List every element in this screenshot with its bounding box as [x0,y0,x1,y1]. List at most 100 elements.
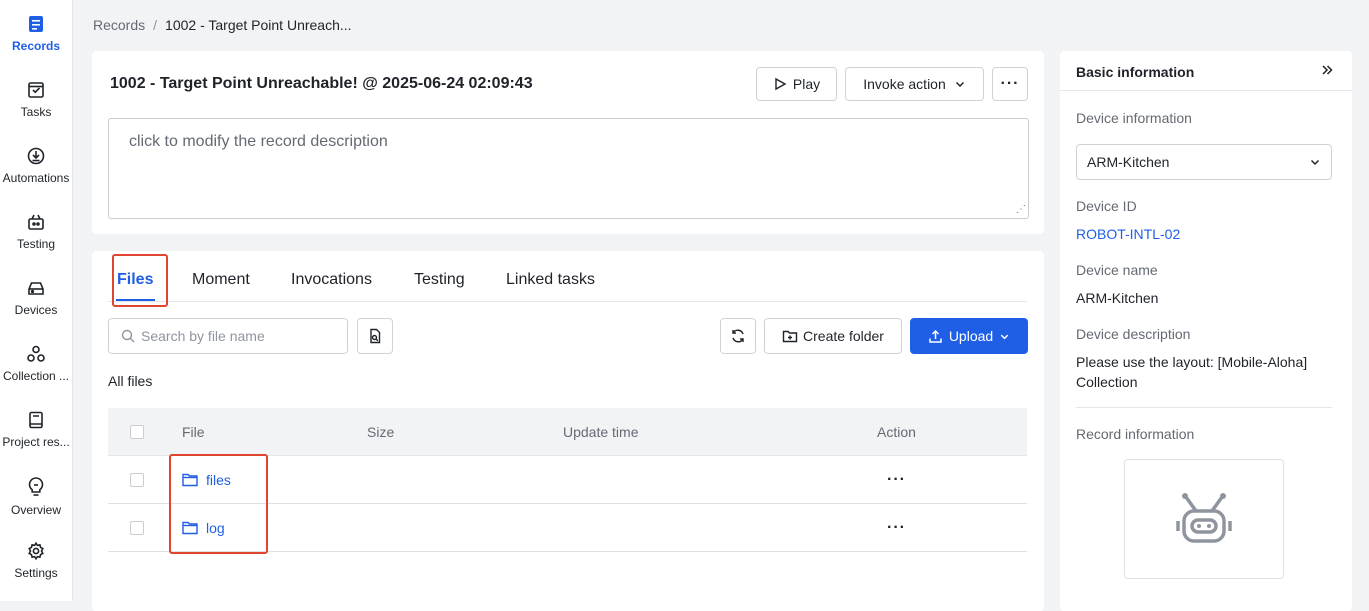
device-avatar [1124,459,1284,579]
sidebar-item-tasks[interactable]: Tasks [0,80,72,140]
create-folder-button[interactable]: Create folder [764,318,902,354]
panel-header: Basic information [1060,51,1352,91]
overview-icon [28,477,44,496]
chevron-down-icon [955,81,964,88]
record-tabs: Files Moment Invocations Testing Linked … [108,251,1027,302]
tab-linked-tasks[interactable]: Linked tasks [506,271,595,289]
sidebar-item-label: Records [11,39,61,53]
device-description-label: Device description [1076,326,1191,342]
device-description-value: Please use the layout: [Mobile-Aloha] Co… [1076,354,1308,390]
tab-moment[interactable]: Moment [192,271,250,289]
device-id-label: Device ID [1076,198,1137,214]
sidebar-item-label: Devices [14,303,58,317]
tasks-icon [28,82,44,98]
table-header: File Size Update time Action [108,408,1027,456]
record-information-label: Record information [1076,426,1195,442]
device-name-value: ARM-Kitchen [1076,290,1159,306]
breadcrumb-current: 1002 - Target Point Unreach... [165,17,352,33]
sidebar-item-settings[interactable]: Settings [0,541,72,601]
collapse-panel-icon[interactable] [1320,63,1334,80]
sidebar-item-collection[interactable]: Collection ... [0,344,72,404]
sidebar-item-label: Tasks [20,105,52,119]
breadcrumb-separator: / [153,17,158,33]
play-icon [775,77,787,91]
refresh-icon [732,329,744,343]
row-checkbox[interactable] [130,504,144,552]
folder-plus-icon [782,330,798,343]
sidebar-item-label: Project res... [2,435,70,449]
breadcrumb-records-link[interactable]: Records [93,17,145,33]
column-action: Action [877,424,916,440]
collection-icon [27,345,45,362]
breadcrumb: Records / 1002 - Target Point Unreach... [93,17,352,33]
panel-title: Basic information [1076,64,1195,80]
file-filter-icon [370,328,381,344]
file-filter-button[interactable] [357,318,393,354]
sidebar-item-label: Settings [14,566,58,580]
sidebar-item-devices[interactable]: Devices [0,278,72,338]
search-icon [121,329,135,343]
automations-icon [27,147,45,165]
upload-button[interactable]: Upload [910,318,1028,354]
column-update-time: Update time [563,424,639,440]
device-id-link[interactable]: ROBOT-INTL-02 [1076,224,1336,244]
more-icon: ··· [887,471,906,488]
checkbox-box [130,473,144,487]
column-size: Size [367,424,395,440]
sidebar-item-label: Automations [2,171,70,185]
settings-icon [28,541,44,561]
testing-icon [28,214,44,230]
device-select-value: ARM-Kitchen [1087,154,1170,170]
devices-icon [28,282,44,295]
file-search-box[interactable] [108,318,348,354]
row-more-actions-button[interactable]: ··· [887,456,906,504]
play-button[interactable]: Play [756,67,837,101]
highlight-box-folders [169,454,268,554]
more-icon: ··· [887,519,906,536]
invoke-action-label: Invoke action [863,76,946,92]
record-description-field[interactable]: click to modify the record description ⋰ [108,118,1029,219]
panel-divider [1076,407,1332,408]
create-folder-label: Create folder [803,328,884,344]
invoke-action-button[interactable]: Invoke action [845,67,984,101]
sidebar-item-overview[interactable]: Overview [0,476,72,536]
device-name-label: Device name [1076,262,1158,278]
page-scrollbar[interactable] [1358,51,1366,601]
record-description-placeholder: click to modify the record description [129,133,388,150]
files-breadcrumb[interactable]: All files [108,373,152,389]
more-icon: ··· [1000,75,1020,92]
record-title: 1002 - Target Point Unreachable! @ 2025-… [110,75,533,92]
chevron-down-icon [1000,334,1009,339]
sidebar-item-records[interactable]: Records [0,14,72,74]
chevron-down-icon [1310,159,1320,166]
tab-testing[interactable]: Testing [414,271,465,289]
resize-handle-icon[interactable]: ⋰ [1016,204,1026,215]
row-checkbox[interactable] [130,456,144,504]
highlight-box-files-tab [112,254,168,307]
upload-icon [929,329,942,343]
refresh-button[interactable] [720,318,756,354]
project-resources-icon [29,411,43,429]
files-card: Files Moment Invocations Testing Linked … [92,251,1044,611]
device-select[interactable]: ARM-Kitchen [1076,144,1332,180]
play-button-label: Play [792,76,821,92]
sidebar-item-label: Collection ... [2,369,70,383]
sidebar-item-label: Testing [16,237,56,251]
checkbox-box [130,521,144,535]
robot-icon [1176,493,1232,543]
basic-info-panel: Basic information Device information ARM… [1060,51,1352,611]
sidebar: Records Tasks Automations Testing Device… [0,0,73,601]
sidebar-item-automations[interactable]: Automations [0,146,72,206]
sidebar-item-testing[interactable]: Testing [0,212,72,272]
column-file: File [182,424,205,440]
file-search-input[interactable] [141,328,341,344]
more-actions-button[interactable]: ··· [992,67,1028,101]
upload-label: Upload [948,328,994,344]
records-icon [29,16,43,32]
tab-invocations[interactable]: Invocations [291,271,372,289]
select-all-checkbox[interactable] [130,408,144,456]
checkbox-box [130,425,144,439]
row-more-actions-button[interactable]: ··· [887,504,906,552]
sidebar-item-project-resources[interactable]: Project res... [0,410,72,470]
device-information-label: Device information [1076,110,1192,126]
